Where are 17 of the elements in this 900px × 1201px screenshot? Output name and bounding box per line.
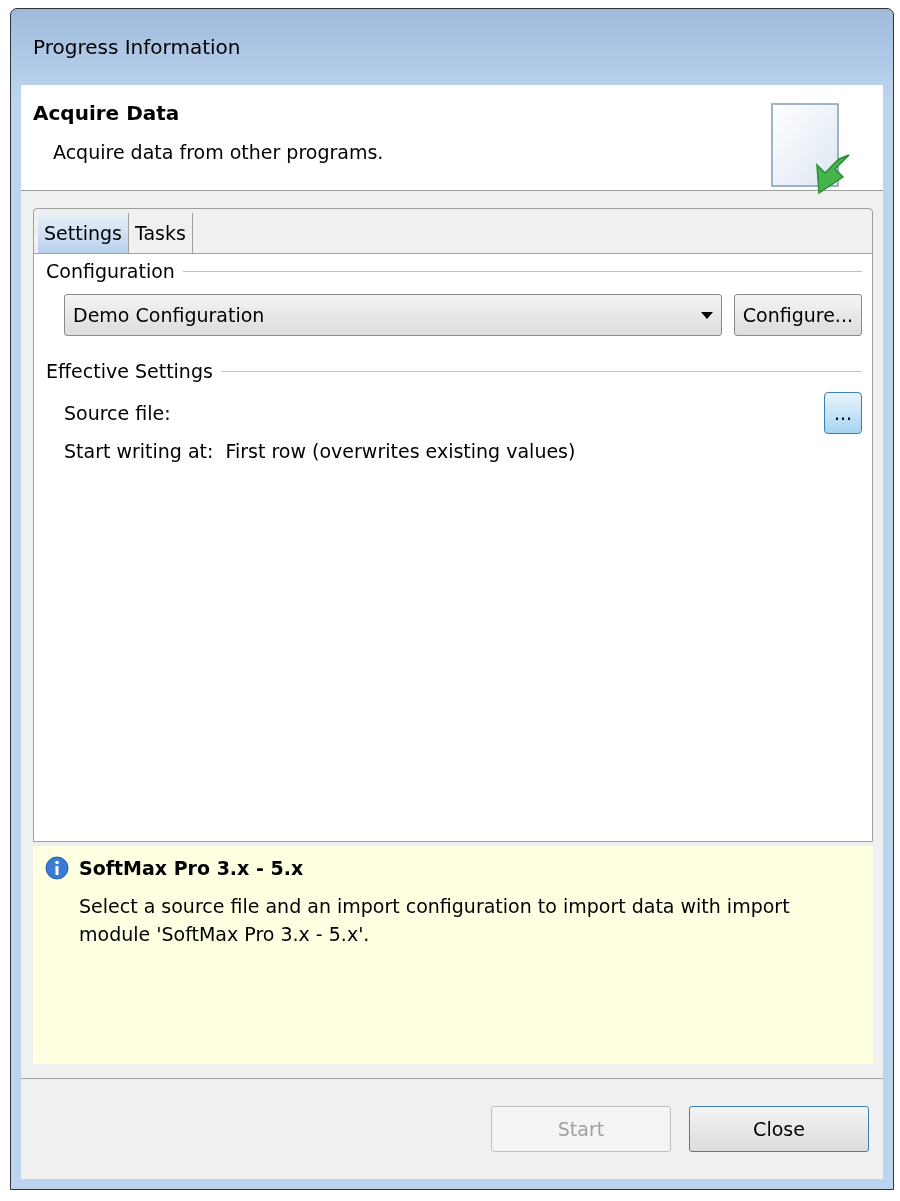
dialog-button[interactable]: Close — [689, 1106, 869, 1152]
start-writing-label: Start writing at: — [64, 440, 214, 462]
info-icon — [45, 856, 69, 880]
info-title: SoftMax Pro 3.x - 5.x — [79, 857, 304, 879]
source-file-label: Source file: — [64, 402, 171, 424]
configuration-dropdown[interactable]: Demo Configuration — [64, 294, 722, 336]
window-title: Progress Information — [33, 35, 241, 59]
info-text: Select a source file and an import configuration to import data with import module 'SoftMax Pro 3.x - 5.x'. — [79, 894, 791, 947]
browse-button[interactable]: ... — [824, 392, 862, 434]
dropdown-arrow-icon — [700, 311, 713, 319]
group-legend: Configuration — [46, 260, 175, 282]
start-writing-value: First row (overwrites existing values) — [225, 440, 576, 462]
header-description: Acquire data from other programs. — [53, 141, 384, 163]
header-title: Acquire Data — [33, 101, 181, 125]
configure-button[interactable]: Configure... — [733, 294, 862, 336]
group-legend: Effective Settings — [46, 360, 213, 382]
tab[interactable]: Settings — [38, 213, 129, 253]
